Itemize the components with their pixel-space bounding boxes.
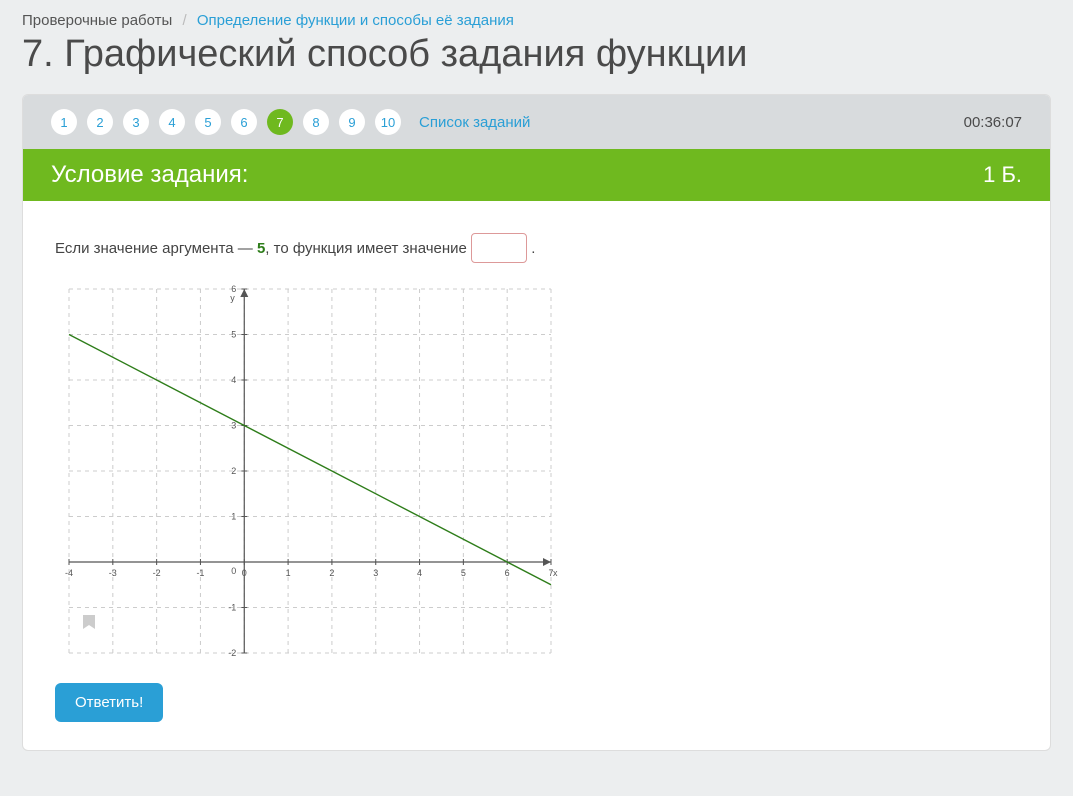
question-nav-6[interactable]: 6 [231,109,257,135]
svg-text:6: 6 [505,568,510,578]
svg-text:4: 4 [231,375,236,385]
prompt-period: . [531,240,535,257]
svg-text:-4: -4 [65,568,73,578]
content-area: Если значение аргумента — 5 , то функция … [23,201,1050,750]
question-nav-3[interactable]: 3 [123,109,149,135]
breadcrumb-parent[interactable]: Проверочные работы [22,12,172,29]
prompt-before: Если значение аргумента — [55,240,257,257]
question-nav-10[interactable]: 10 [375,109,401,135]
answer-input[interactable] [471,233,527,263]
svg-text:x: x [553,568,558,578]
svg-text:4: 4 [417,568,422,578]
prompt-after: , то функция имеет значение [265,240,471,257]
question-nav-8[interactable]: 8 [303,109,329,135]
question-nav-5[interactable]: 5 [195,109,221,135]
condition-label: Условие задания: [51,161,248,189]
page-title: 7. Графический способ задания функции [22,33,1051,76]
question-nav-7[interactable]: 7 [267,109,293,135]
svg-text:-2: -2 [153,568,161,578]
points-label: 1 Б. [983,162,1022,188]
question-nav-9[interactable]: 9 [339,109,365,135]
prompt-text: Если значение аргумента — 5, то функция … [55,233,1018,263]
question-navbar: 123456789 10 Список заданий 00:36:07 [23,95,1050,149]
breadcrumb-current[interactable]: Определение функции и способы её задания [197,12,514,29]
svg-text:1: 1 [231,512,236,522]
breadcrumb-sep: / [182,12,186,29]
question-nav-4[interactable]: 4 [159,109,185,135]
svg-text:-3: -3 [109,568,117,578]
svg-text:-1: -1 [196,568,204,578]
svg-text:5: 5 [461,568,466,578]
svg-text:-1: -1 [228,603,236,613]
svg-text:1: 1 [286,568,291,578]
breadcrumb: Проверочные работы / Определение функции… [0,0,1073,29]
svg-text:-2: -2 [228,648,236,658]
timer: 00:36:07 [964,114,1022,131]
condition-bar: Условие задания: 1 Б. [23,149,1050,201]
question-nav-1[interactable]: 1 [51,109,77,135]
task-card: 12345678910 Список заданий 00:36:07 Усло… [22,94,1051,751]
svg-text:5: 5 [231,330,236,340]
svg-text:3: 3 [231,421,236,431]
submit-button[interactable]: Ответить! [55,683,163,722]
svg-text:0: 0 [231,566,236,576]
task-list-link[interactable]: Список заданий [419,114,530,131]
svg-text:2: 2 [231,466,236,476]
graph: -4-3-2-101234567-2-11234560xy [55,281,565,661]
svg-text:3: 3 [373,568,378,578]
svg-text:2: 2 [329,568,334,578]
question-nav-2[interactable]: 2 [87,109,113,135]
bookmark-icon [83,615,95,629]
svg-text:y: y [230,293,235,303]
svg-text:0: 0 [242,568,247,578]
